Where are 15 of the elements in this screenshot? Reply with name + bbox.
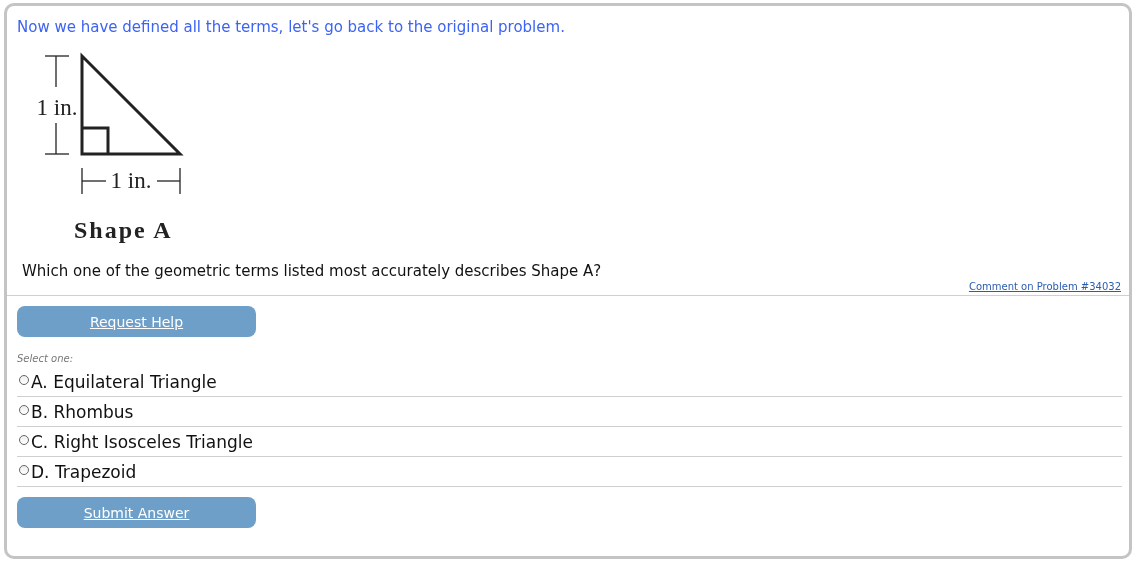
option-label[interactable]: D. Trapezoid (31, 461, 137, 482)
select-hint: Select one: (17, 353, 74, 364)
height-label: 1 in. (36, 95, 78, 120)
option-label[interactable]: C. Right Isosceles Triangle (31, 431, 253, 452)
radio-button[interactable] (19, 374, 29, 385)
comment-link[interactable]: Comment on Problem #34032 (968, 281, 1121, 292)
option-label[interactable]: A. Equilateral Triangle (31, 371, 217, 392)
intro-text: Now we have defined all the terms, let's go back to the original problem. (17, 17, 566, 36)
question-text: Which one of the geometric terms listed most accurately describes Shape A? (22, 262, 603, 280)
option-label[interactable]: B. Rhombus (31, 401, 134, 422)
width-label: 1 in. (110, 168, 152, 193)
radio-button[interactable] (19, 434, 29, 445)
shape-caption: Shape A (74, 217, 174, 244)
radio-button[interactable] (19, 404, 29, 415)
radio-button[interactable] (19, 464, 29, 475)
